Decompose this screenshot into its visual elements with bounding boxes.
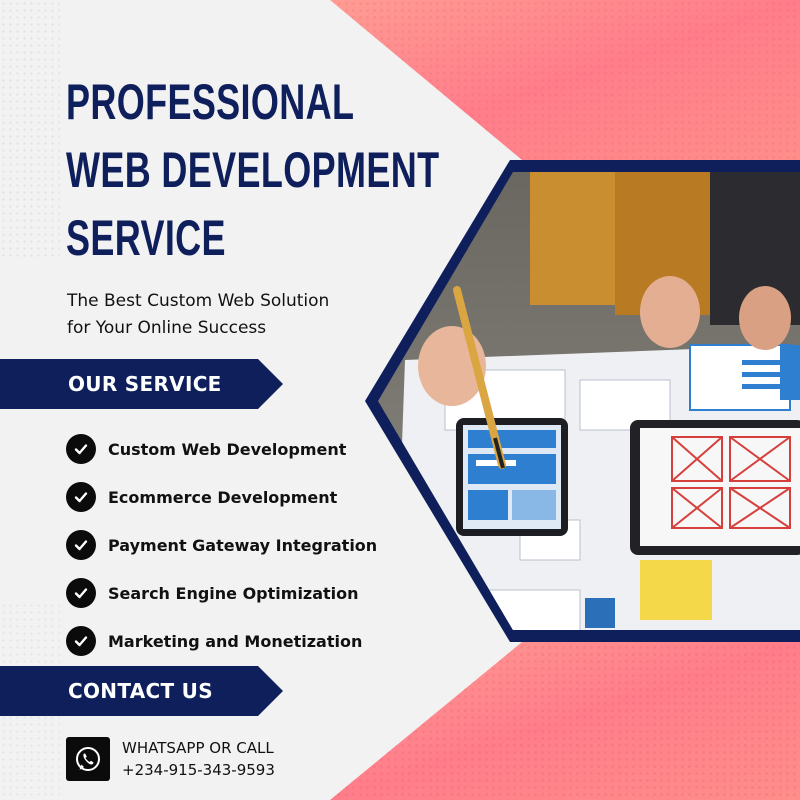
headline-line-1: PROFESSIONAL [66,74,355,130]
headline: PROFESSIONAL WEB DEVELOPMENT SERVICE [66,68,439,272]
service-item: Payment Gateway Integration [66,521,377,569]
whatsapp-phone-icon[interactable] [66,737,110,781]
subtitle: The Best Custom Web Solution for Your On… [67,288,329,342]
service-label: Ecommerce Development [108,487,338,507]
contact-us-banner: CONTACT US [0,666,283,716]
phone-number[interactable]: +234-915-343-9593 [122,759,275,781]
service-list: Custom Web Development Ecommerce Develop… [66,425,377,665]
subtitle-line-1: The Best Custom Web Solution [67,291,330,311]
check-circle-icon [66,434,96,464]
service-label: Custom Web Development [108,439,347,459]
headline-line-2: WEB DEVELOPMENT [66,142,440,198]
check-circle-icon [66,578,96,608]
service-label: Marketing and Monetization [108,631,363,651]
check-circle-icon [66,626,96,656]
contact-channel: WHATSAPP OR CALL [122,739,274,757]
service-item: Search Engine Optimization [66,569,377,617]
subtitle-line-2: for Your Online Success [67,318,267,338]
service-item: Marketing and Monetization [66,617,377,665]
contact-us-heading: CONTACT US [68,679,213,703]
our-service-banner: OUR SERVICE [0,359,283,409]
service-label: Payment Gateway Integration [108,535,378,555]
our-service-heading: OUR SERVICE [68,372,222,396]
service-label: Search Engine Optimization [108,583,359,603]
contact-info: WHATSAPP OR CALL +234-915-343-9593 [122,737,275,781]
service-item: Ecommerce Development [66,473,377,521]
service-item: Custom Web Development [66,425,377,473]
check-circle-icon [66,482,96,512]
headline-line-3: SERVICE [66,210,226,266]
check-circle-icon [66,530,96,560]
